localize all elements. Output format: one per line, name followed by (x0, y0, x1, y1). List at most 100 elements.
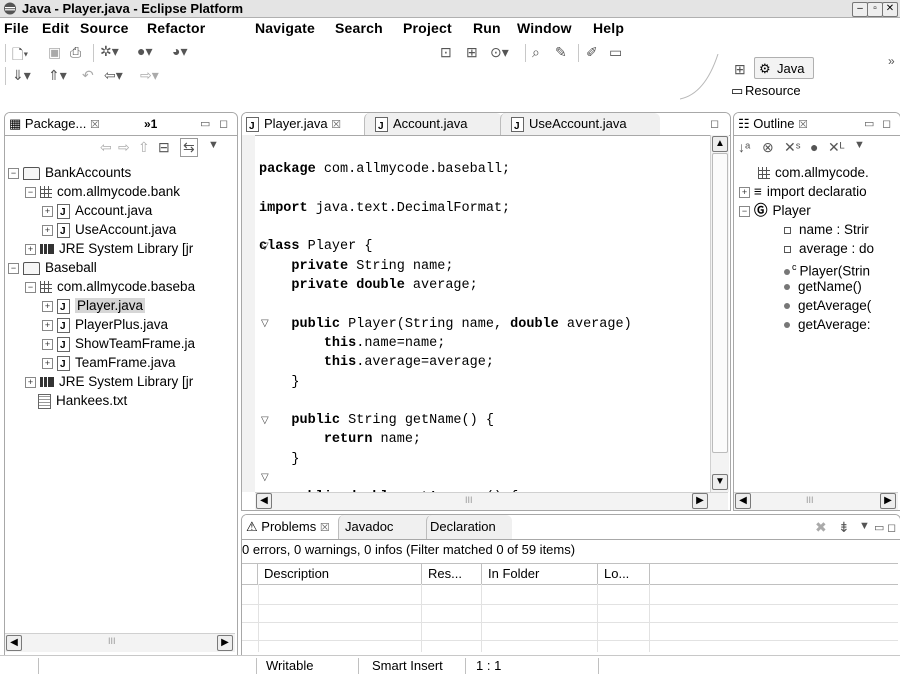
scroll-right-icon[interactable]: ▶ (880, 493, 896, 509)
column-resource[interactable]: Res... (422, 564, 482, 584)
tree-item-package[interactable]: − com.allmycode.bank (25, 182, 180, 201)
column-in-folder[interactable]: In Folder (482, 564, 598, 584)
maximize-editor-icon[interactable]: ◻ (710, 117, 719, 130)
tree-item-java-file[interactable]: +TeamFrame.java (42, 353, 176, 374)
run-icon[interactable]: ●▾ (137, 43, 152, 60)
outline-item-field[interactable]: average : do (784, 239, 874, 258)
close-tab-icon[interactable]: ☒ (90, 119, 100, 131)
tab-outline[interactable]: ☷ Outline ☒ (734, 113, 838, 135)
resource-perspective-button[interactable]: ▭ Resource (728, 81, 818, 101)
minimize-window-button[interactable]: – (852, 2, 868, 17)
open-hierarchy-icon[interactable]: ⊞ (466, 44, 478, 61)
show-whitespace-icon[interactable]: ▭ (609, 44, 622, 61)
outline-item-method[interactable]: getName() (784, 277, 862, 296)
java-perspective-button[interactable]: ⚙ Java (754, 57, 814, 79)
print-icon[interactable]: ⎙ (70, 44, 81, 61)
menu-help[interactable]: Help (593, 20, 624, 36)
tree-item-text-file[interactable]: Hankees.txt (38, 391, 127, 410)
scroll-thumb[interactable] (712, 153, 728, 453)
tree-item-java-file[interactable]: +PlayerPlus.java (42, 315, 168, 336)
tree-item-package[interactable]: − com.allmycode.baseba (25, 277, 195, 296)
column-location[interactable]: Lo... (598, 564, 650, 584)
outline-item-package[interactable]: com.allmycode. (758, 163, 869, 182)
filter-icon[interactable]: ⇟ (838, 519, 850, 536)
scroll-right-icon[interactable]: ▶ (217, 635, 233, 651)
tree-item-library[interactable]: + JRE System Library [jr (25, 372, 193, 391)
up-icon[interactable]: ⇧ (138, 139, 150, 156)
outline-item-class[interactable]: − Ⓖ Player (739, 201, 811, 220)
tab-package-explorer[interactable]: ▦ Package... ☒ (5, 113, 137, 135)
tab-declaration[interactable]: Declaration (426, 515, 512, 539)
forward-icon[interactable]: ⇨▾ (140, 67, 159, 84)
debug-icon[interactable]: ✲▾ (100, 43, 119, 60)
close-window-button[interactable]: ✕ (882, 2, 898, 17)
tree-item-java-file[interactable]: +UseAccount.java (42, 220, 176, 241)
previous-annotation-icon[interactable]: ⇑▾ (48, 67, 67, 84)
tab-useaccount-java[interactable]: UseAccount.java (500, 113, 660, 138)
menu-source[interactable]: Source (80, 20, 129, 36)
save-icon[interactable]: ▣ (48, 44, 61, 61)
outline-item-constructor[interactable]: c Player(Strin (784, 258, 870, 279)
hide-static-icon[interactable]: ✕ˢ (784, 139, 801, 156)
delete-icon[interactable]: ✖ (815, 519, 827, 536)
view-menu-icon[interactable]: ▼ (208, 139, 219, 151)
close-tab-icon[interactable]: ☒ (320, 522, 330, 534)
perspective-overflow-icon[interactable]: » (888, 54, 895, 68)
outline-horizontal-scrollbar[interactable]: ◀ III ▶ (734, 492, 898, 510)
scroll-left-icon[interactable]: ◀ (6, 635, 22, 651)
scroll-left-icon[interactable]: ◀ (735, 493, 751, 509)
open-type-icon[interactable]: ⊡ (440, 44, 452, 61)
tree-item-java-file[interactable]: +ShowTeamFrame.ja (42, 334, 195, 355)
hide-local-types-icon[interactable]: ✕ᴸ (828, 139, 845, 156)
open-perspective-icon[interactable]: ⊞ (734, 61, 746, 78)
menu-window[interactable]: Window (517, 20, 572, 36)
tree-item-java-file[interactable]: +Account.java (42, 201, 152, 222)
menu-edit[interactable]: Edit (42, 20, 69, 36)
scroll-right-icon[interactable]: ▶ (692, 493, 708, 509)
scroll-up-icon[interactable]: ▲ (712, 136, 728, 152)
tab-overflow[interactable]: »1 (140, 113, 157, 135)
minimize-view-icon[interactable]: ▭ (200, 117, 210, 130)
tree-item-java-file-selected[interactable]: +Player.java (42, 296, 146, 317)
code-area[interactable]: package com.allmycode.baseball; import j… (255, 135, 710, 492)
edit-pen-icon[interactable]: ✎ (555, 44, 567, 61)
menu-project[interactable]: Project (403, 20, 452, 36)
scroll-down-icon[interactable]: ▼ (712, 474, 728, 490)
view-menu-icon[interactable]: ▼ (854, 139, 865, 151)
back-icon[interactable]: ⇦▾ (104, 67, 123, 84)
forward-icon[interactable]: ⇨ (118, 139, 130, 156)
editor-horizontal-scrollbar[interactable]: ◀ III ▶ (255, 492, 728, 510)
outline-item-method[interactable]: getAverage: (784, 315, 871, 334)
tree-item-library[interactable]: + JRE System Library [jr (25, 239, 193, 258)
fold-icon[interactable]: ▽ (261, 318, 269, 329)
menu-run[interactable]: Run (473, 20, 501, 36)
fold-icon[interactable]: ▽ (261, 415, 269, 426)
new-class-icon[interactable]: ⊙▾ (490, 44, 509, 61)
hide-nonpublic-icon[interactable]: ● (810, 139, 818, 155)
hide-fields-icon[interactable]: ⊗ (762, 139, 774, 156)
sort-icon[interactable]: ↓ᵃ (738, 139, 750, 155)
back-icon[interactable]: ⇦ (100, 139, 112, 156)
next-annotation-icon[interactable]: ⇓▾ (12, 67, 31, 84)
outline-item-field[interactable]: name : Strir (784, 220, 869, 239)
minimize-view-icon[interactable]: ▭ (864, 117, 874, 130)
tab-problems[interactable]: ⚠ Problems ☒ (242, 515, 341, 539)
last-edit-icon[interactable]: ↶ (82, 67, 94, 84)
maximize-view-icon[interactable]: ◻ (887, 521, 896, 534)
search-icon[interactable]: ⌕ (532, 44, 540, 61)
menu-search[interactable]: Search (335, 20, 383, 36)
package-horizontal-scrollbar[interactable]: ◀ III ▶ (5, 633, 235, 652)
tab-account-java[interactable]: Account.java (364, 113, 502, 138)
tab-javadoc[interactable]: Javadoc (338, 515, 433, 539)
close-tab-icon[interactable]: ☒ (798, 119, 808, 131)
external-tools-icon[interactable]: ◕▾ (172, 43, 187, 60)
toggle-mark-occurrences-icon[interactable]: ✐ (586, 44, 598, 61)
link-with-editor-icon[interactable]: ⇆ (180, 138, 198, 157)
outline-item-method[interactable]: getAverage( (784, 296, 871, 315)
outline-item-imports[interactable]: + ≡ import declaratio (739, 182, 867, 201)
scroll-left-icon[interactable]: ◀ (256, 493, 272, 509)
close-tab-icon[interactable]: ☒ (331, 119, 341, 131)
fold-icon[interactable]: ▽ (261, 472, 269, 483)
view-menu-icon[interactable]: ▼ (859, 520, 870, 532)
menu-file[interactable]: File (4, 20, 29, 36)
